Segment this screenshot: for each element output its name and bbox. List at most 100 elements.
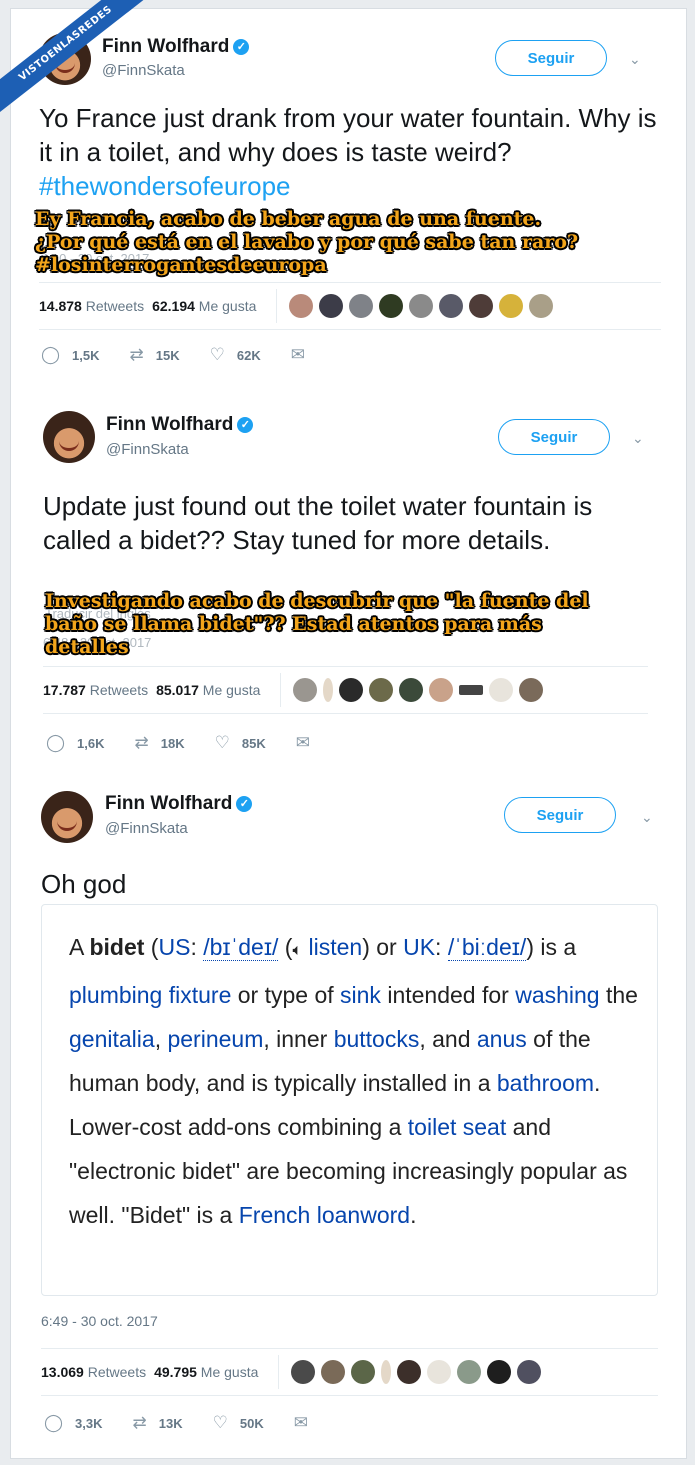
buttocks-link[interactable]: buttocks (334, 1026, 420, 1052)
avatar[interactable] (429, 678, 454, 702)
avatar[interactable] (517, 1360, 542, 1384)
verified-icon: ✓ (236, 796, 253, 812)
follow-button[interactable]: Seguir (504, 797, 616, 833)
hashtag-link[interactable]: #thewondersofeurope (39, 171, 291, 201)
avatar[interactable] (457, 1360, 482, 1384)
retweet-icon: ⇄ (132, 1413, 147, 1432)
avatar[interactable] (289, 294, 314, 318)
avatar[interactable] (397, 1360, 422, 1384)
user-handle[interactable]: @FinnSkata (102, 62, 185, 79)
perineum-link[interactable]: perineum (167, 1026, 263, 1052)
avatar[interactable] (487, 1360, 512, 1384)
chevron-down-icon[interactable]: ⌄ (629, 51, 641, 68)
avatar[interactable] (519, 678, 544, 702)
reply-button[interactable]: ◯ 3,3K (44, 1413, 103, 1433)
plumbing-fixture-link[interactable]: plumbing fixture (69, 982, 231, 1008)
avatar[interactable] (43, 411, 95, 463)
like-button[interactable]: ♡ 62K (210, 345, 261, 365)
avatar[interactable] (351, 1360, 376, 1384)
follow-button[interactable]: Seguir (498, 419, 610, 455)
retweet-count[interactable]: 13.069 Retweets (41, 1364, 146, 1380)
avatar[interactable] (323, 678, 334, 702)
washing-link[interactable]: washing (515, 982, 599, 1008)
ipa-uk-link[interactable]: /ˈbiːdeɪ/ (447, 934, 527, 961)
tweet-stats: 17.787 Retweets 85.017 Me gusta (43, 666, 648, 714)
avatar[interactable] (529, 294, 554, 318)
avatar[interactable] (379, 294, 404, 318)
divider (276, 289, 278, 323)
avatar[interactable] (339, 678, 364, 702)
chevron-down-icon[interactable]: ⌄ (641, 809, 653, 826)
avatar[interactable] (291, 1360, 316, 1384)
liker-avatars (293, 678, 544, 702)
listen-link[interactable]: listen (308, 934, 362, 960)
tweet-actions: ◯ 1,6K ⇄ 18K ♡ 85K ✉ (46, 733, 352, 753)
tweet-stats: 14.878 Retweets 62.194 Me gusta (39, 282, 661, 330)
follow-button[interactable]: Seguir (495, 40, 607, 76)
avatar[interactable] (349, 294, 374, 318)
avatar[interactable] (399, 678, 424, 702)
avatar[interactable] (427, 1360, 452, 1384)
avatar[interactable] (459, 685, 484, 695)
avatar[interactable] (293, 678, 318, 702)
anus-link[interactable]: anus (477, 1026, 527, 1052)
avatar[interactable] (319, 294, 344, 318)
dm-button[interactable]: ✉ (291, 345, 317, 365)
dm-button[interactable]: ✉ (294, 1413, 320, 1433)
bathroom-link[interactable]: bathroom (497, 1070, 594, 1096)
envelope-icon: ✉ (290, 345, 305, 364)
us-link[interactable]: US (158, 934, 190, 960)
tweet-actions: ◯ 3,3K ⇄ 13K ♡ 50K ✉ (44, 1413, 350, 1433)
reply-icon: ◯ (44, 1413, 64, 1432)
speaker-icon[interactable]: 🔈︎ (292, 942, 302, 959)
uk-link[interactable]: UK (403, 934, 435, 960)
avatar[interactable] (41, 791, 93, 843)
retweet-button[interactable]: ⇄ 13K (133, 1413, 183, 1433)
avatar[interactable] (381, 1360, 392, 1384)
liker-avatars (289, 294, 554, 318)
display-name[interactable]: Finn Wolfhard ✓ (106, 414, 254, 436)
french-link[interactable]: French (239, 1202, 311, 1228)
avatar[interactable] (439, 294, 464, 318)
avatar[interactable] (469, 294, 494, 318)
tweet-text: Update just found out the toilet water f… (43, 491, 593, 555)
timeline-card: VISTOENLASREDES Finn Wolfhard ✓ @FinnSkat… (0, 0, 687, 1459)
reply-button[interactable]: ◯ 1,5K (41, 345, 100, 365)
verified-icon: ✓ (233, 39, 250, 55)
genitalia-link[interactable]: genitalia (69, 1026, 155, 1052)
avatar[interactable] (369, 678, 394, 702)
chevron-down-icon[interactable]: ⌄ (632, 430, 644, 447)
tweet-actions: ◯ 1,5K ⇄ 15K ♡ 62K ✉ (41, 345, 347, 365)
reply-button[interactable]: ◯ 1,6K (46, 733, 105, 753)
translation-overlay: Ey Francia, acabo de beber agua de una f… (35, 208, 579, 276)
avatar[interactable] (409, 294, 434, 318)
like-count[interactable]: 85.017 Me gusta (156, 682, 260, 698)
like-count[interactable]: 62.194 Me gusta (152, 298, 256, 314)
divider (280, 673, 282, 707)
toilet-seat-link[interactable]: toilet seat (408, 1114, 506, 1140)
retweet-count[interactable]: 17.787 Retweets (43, 682, 148, 698)
timestamp[interactable]: 6:49 - 30 oct. 2017 (41, 1313, 158, 1329)
sink-link[interactable]: sink (340, 982, 381, 1008)
like-count[interactable]: 49.795 Me gusta (154, 1364, 258, 1380)
heart-icon: ♡ (214, 733, 230, 752)
wikipedia-excerpt: A bidet (US: /bɪˈdeɪ/ (🔈︎ listen) or UK:… (41, 904, 658, 1296)
like-button[interactable]: ♡ 50K (213, 1413, 264, 1433)
avatar[interactable] (489, 678, 514, 702)
display-name[interactable]: Finn Wolfhard ✓ (105, 793, 253, 815)
display-name[interactable]: Finn Wolfhard ✓ (102, 36, 250, 58)
envelope-icon: ✉ (295, 733, 310, 752)
retweet-count[interactable]: 14.878 Retweets (39, 298, 144, 314)
like-button[interactable]: ♡ 85K (215, 733, 266, 753)
retweet-button[interactable]: ⇄ 18K (135, 733, 185, 753)
divider (278, 1355, 280, 1389)
user-handle[interactable]: @FinnSkata (106, 441, 189, 458)
avatar[interactable] (499, 294, 524, 318)
loanword-link[interactable]: loanword (317, 1202, 410, 1228)
dm-button[interactable]: ✉ (296, 733, 322, 753)
retweet-button[interactable]: ⇄ 15K (130, 345, 180, 365)
ipa-us-link[interactable]: /bɪˈdeɪ/ (203, 934, 279, 961)
tweet-stats: 13.069 Retweets 49.795 Me gusta (41, 1348, 658, 1396)
avatar[interactable] (321, 1360, 346, 1384)
user-handle[interactable]: @FinnSkata (105, 820, 188, 837)
